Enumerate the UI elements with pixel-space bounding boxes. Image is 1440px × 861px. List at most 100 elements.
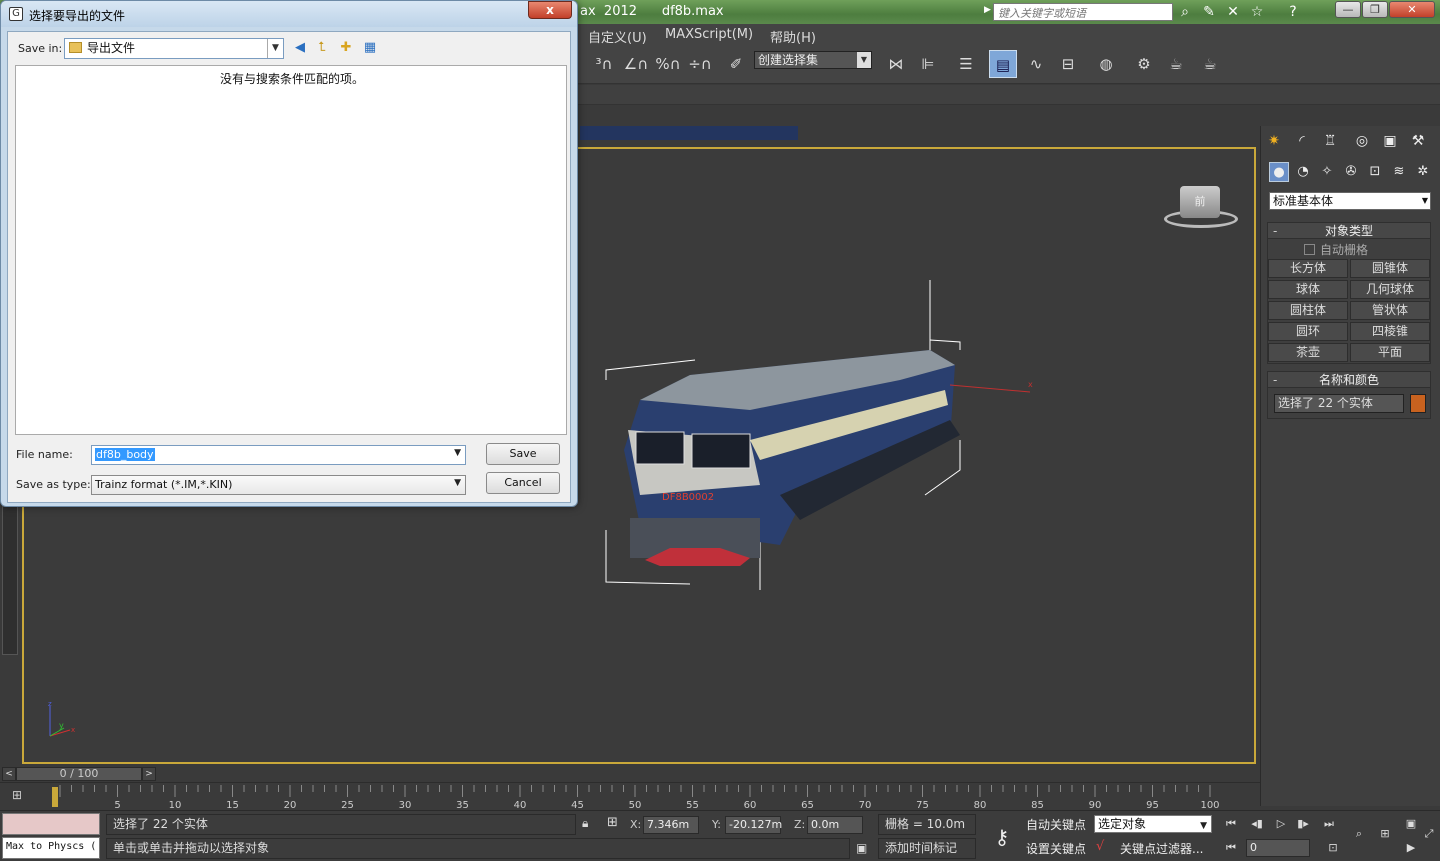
y-coordinate-field[interactable]: -20.127m bbox=[725, 816, 782, 834]
angle-snap-icon[interactable]: ∠∩ bbox=[622, 50, 650, 78]
key-icon[interactable]: ⚷ bbox=[984, 819, 1020, 855]
save-as-type-dropdown[interactable]: Trainz format (*.IM,*.KIN) ▼ bbox=[91, 475, 466, 495]
menu-maxscript[interactable]: MAXScript(M) bbox=[665, 27, 753, 42]
torus-button[interactable]: 圆环 bbox=[1268, 322, 1348, 341]
communication-center-icon[interactable]: ✕ bbox=[1224, 3, 1242, 21]
menu-customize[interactable]: 自定义(U) bbox=[588, 27, 647, 46]
z-coordinate-field[interactable]: 0.0m bbox=[807, 816, 863, 834]
cancel-button[interactable]: Cancel bbox=[486, 472, 560, 494]
go-to-end-icon[interactable]: ⏭ bbox=[1318, 815, 1340, 833]
mini-curve-editor-icon[interactable]: ⊞ bbox=[12, 788, 32, 804]
layer-manager-icon[interactable]: ☰ bbox=[952, 50, 980, 78]
rollout-header[interactable]: - 对象类型 bbox=[1268, 223, 1430, 239]
add-time-tag[interactable]: 添加时间标记 bbox=[878, 838, 976, 859]
back-icon[interactable]: ◀ bbox=[290, 39, 310, 57]
menu-help[interactable]: 帮助(H) bbox=[770, 27, 816, 46]
set-key-button[interactable]: 设置关键点 bbox=[1026, 840, 1086, 857]
snap-3d-icon[interactable]: ³∩ bbox=[590, 50, 618, 78]
render-production-icon[interactable]: ☕ bbox=[1196, 50, 1224, 78]
maximize-button[interactable]: ❐ bbox=[1362, 1, 1388, 18]
pyramid-button[interactable]: 四棱锥 bbox=[1350, 322, 1430, 341]
time-slider-prev[interactable]: < bbox=[2, 767, 16, 781]
go-to-start-icon[interactable]: ⏮ bbox=[1220, 815, 1242, 833]
schematic-view-icon[interactable]: ⊟ bbox=[1054, 50, 1082, 78]
material-editor-icon[interactable]: ◍ bbox=[1092, 50, 1120, 78]
play-icon[interactable]: ▷ bbox=[1270, 815, 1292, 833]
save-in-dropdown[interactable]: 导出文件 ▼ bbox=[64, 38, 284, 59]
sphere-button[interactable]: 球体 bbox=[1268, 280, 1348, 299]
plane-button[interactable]: 平面 bbox=[1350, 343, 1430, 362]
dialog-close-button[interactable]: x bbox=[528, 1, 572, 19]
time-config-icon[interactable]: ⊡ bbox=[1322, 839, 1344, 857]
cone-button[interactable]: 圆锥体 bbox=[1350, 259, 1430, 278]
cameras-icon[interactable]: ✇ bbox=[1341, 162, 1361, 182]
spinner-snap-icon[interactable]: ÷∩ bbox=[686, 50, 714, 78]
hierarchy-tab-icon[interactable]: ♖ bbox=[1319, 130, 1341, 152]
scene-explorer-icon[interactable]: ▤ bbox=[989, 50, 1017, 78]
locomotive-model[interactable]: DF8B0002 x bbox=[600, 270, 1040, 600]
teapot-button[interactable]: 茶壶 bbox=[1268, 343, 1348, 362]
shapes-icon[interactable]: ◔ bbox=[1293, 162, 1313, 182]
tube-button[interactable]: 管状体 bbox=[1350, 301, 1430, 320]
motion-tab-icon[interactable]: ◎ bbox=[1351, 130, 1373, 152]
new-folder-icon[interactable]: ✚ bbox=[336, 39, 356, 57]
time-slider-thumb[interactable]: 0 / 100 bbox=[16, 767, 142, 781]
box-button[interactable]: 长方体 bbox=[1268, 259, 1348, 278]
display-tab-icon[interactable]: ▣ bbox=[1379, 130, 1401, 152]
geometry-category-dropdown[interactable]: 标准基本体 ▼ bbox=[1269, 192, 1431, 210]
rollout-header[interactable]: - 名称和颜色 bbox=[1268, 372, 1430, 388]
save-button[interactable]: Save bbox=[486, 443, 560, 465]
help-icon[interactable]: ? bbox=[1284, 3, 1302, 21]
trackbar[interactable]: ⊞ 5 10 15 20 25 30 35 40 45 50 55 60 65 70 75 80 85 90 95 1… bbox=[0, 782, 1260, 811]
side-tool-strip[interactable] bbox=[2, 505, 18, 655]
cylinder-button[interactable]: 圆柱体 bbox=[1268, 301, 1348, 320]
lights-icon[interactable]: ✧ bbox=[1317, 162, 1337, 182]
wrench-icon[interactable]: ✎ bbox=[1200, 3, 1218, 21]
autogrid-checkbox[interactable]: 自动栅格 bbox=[1304, 241, 1368, 258]
maxscript-listener-output[interactable]: Max to Physcs ( bbox=[2, 837, 100, 859]
create-tab-icon[interactable]: ✷ bbox=[1263, 130, 1285, 152]
auto-key-button[interactable]: 自动关键点 bbox=[1026, 816, 1086, 833]
file-list[interactable]: 没有与搜索条件匹配的项。 bbox=[15, 65, 567, 435]
file-name-input[interactable]: df8b_body ▼ bbox=[91, 445, 466, 465]
curve-editor-icon[interactable]: ∿ bbox=[1022, 50, 1050, 78]
time-slider-next[interactable]: > bbox=[142, 767, 156, 781]
previous-frame-icon[interactable]: ◂▮ bbox=[1246, 815, 1268, 833]
geosphere-button[interactable]: 几何球体 bbox=[1350, 280, 1430, 299]
next-frame-icon[interactable]: ▮▸ bbox=[1292, 815, 1314, 833]
maxscript-mini-listener[interactable] bbox=[2, 813, 100, 835]
helpers-icon[interactable]: ⊡ bbox=[1365, 162, 1385, 182]
key-mode-dropdown[interactable]: 选定对象 ▼ bbox=[1094, 815, 1212, 833]
viewcube[interactable]: 前 bbox=[1180, 186, 1220, 218]
current-frame-field[interactable]: 0 bbox=[1246, 839, 1310, 857]
space-warps-icon[interactable]: ≋ bbox=[1389, 162, 1409, 182]
selection-lock-icon[interactable]: 🔒︎ bbox=[582, 816, 588, 831]
mirror-icon[interactable]: ⋈ bbox=[882, 50, 910, 78]
percent-snap-icon[interactable]: %∩ bbox=[654, 50, 682, 78]
modify-tab-icon[interactable]: ◜ bbox=[1291, 130, 1313, 152]
favorites-star-icon[interactable]: ☆ bbox=[1248, 3, 1266, 21]
edit-named-selection-icon[interactable]: ✐ bbox=[722, 50, 750, 78]
object-color-swatch[interactable] bbox=[1410, 394, 1426, 413]
geometry-icon[interactable]: ● bbox=[1269, 162, 1289, 182]
view-menu-icon[interactable]: ▦ bbox=[360, 39, 380, 57]
utilities-tab-icon[interactable]: ⚒ bbox=[1407, 130, 1429, 152]
key-mode-toggle-icon[interactable]: ⏮ bbox=[1220, 839, 1242, 857]
time-tag-icon[interactable]: ▣ bbox=[856, 841, 867, 855]
search-expand-icon[interactable]: ▶ bbox=[984, 5, 991, 15]
systems-icon[interactable]: ✲ bbox=[1413, 162, 1433, 182]
rendered-frame-window-icon[interactable]: ☕ bbox=[1162, 50, 1190, 78]
x-coordinate-field[interactable]: 7.346m bbox=[643, 816, 699, 834]
minimize-button[interactable]: — bbox=[1335, 1, 1361, 18]
zoom-icon[interactable]: ⌕ bbox=[1348, 825, 1370, 843]
render-setup-icon[interactable]: ⚙ bbox=[1130, 50, 1158, 78]
search-input[interactable]: 键入关键字或短语 bbox=[993, 3, 1173, 21]
object-name-field[interactable]: 选择了 22 个实体 bbox=[1274, 394, 1404, 413]
binoculars-icon[interactable]: ⌕ bbox=[1176, 3, 1194, 21]
absolute-mode-icon[interactable]: ⊞ bbox=[607, 815, 618, 830]
app-close-button[interactable]: ✕ bbox=[1389, 1, 1435, 18]
up-folder-icon[interactable]: ⮤ bbox=[312, 39, 332, 57]
maximize-viewport-icon[interactable]: ⤢ bbox=[1418, 825, 1440, 843]
zoom-all-icon[interactable]: ⊞ bbox=[1374, 825, 1396, 843]
align-icon[interactable]: ⊫ bbox=[914, 50, 942, 78]
